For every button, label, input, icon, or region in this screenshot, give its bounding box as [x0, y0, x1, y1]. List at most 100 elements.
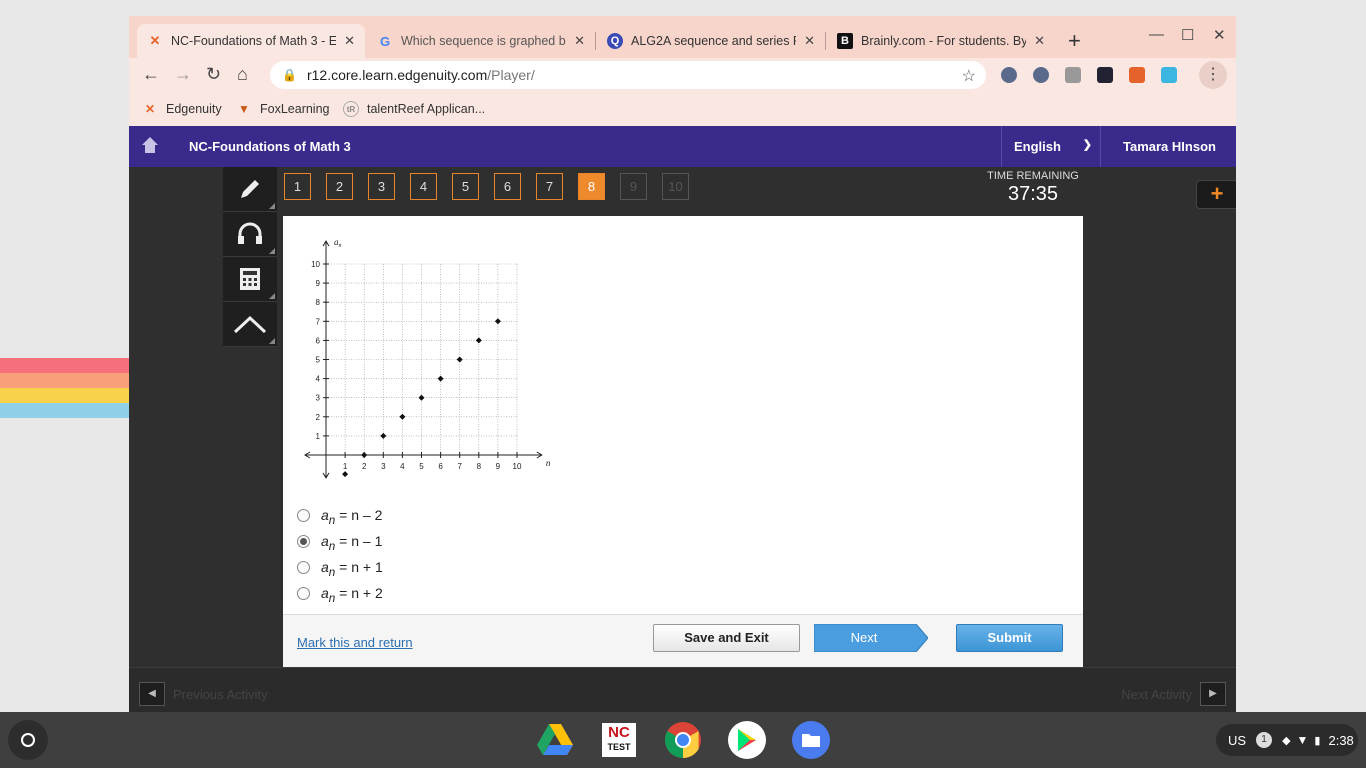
close-window-icon[interactable]: ✕	[1213, 26, 1226, 44]
sequence-graph: 1 2 3 4 5 6 7 8 9 1012345678910nan	[304, 237, 551, 479]
protractor-tool[interactable]	[223, 302, 277, 347]
locale-label: US	[1228, 732, 1247, 748]
calculator-tool[interactable]	[223, 257, 277, 302]
question-number-1[interactable]: 1	[284, 173, 311, 200]
answer-text: an = n – 1	[321, 533, 383, 553]
radio-button[interactable]	[297, 586, 310, 600]
save-and-exit-button[interactable]: Save and Exit	[653, 624, 800, 652]
mark-and-return-link[interactable]: Mark this and return	[297, 635, 413, 650]
tab-divider	[595, 32, 596, 50]
forward-icon[interactable]: →	[174, 64, 192, 85]
nc-test-icon[interactable]: NC TEST	[599, 720, 639, 760]
tab-brainly[interactable]: B Brainly.com - For students. By ✕	[827, 24, 1055, 58]
close-icon[interactable]: ✕	[1034, 33, 1045, 49]
radio-button-selected[interactable]	[297, 534, 310, 548]
next-label: Next	[850, 630, 878, 645]
x-tick-label: 4	[400, 462, 405, 471]
question-number-9: 9	[620, 173, 647, 200]
fox-icon: ▼	[238, 102, 250, 116]
tab-edgenuity[interactable]: ✕ NC-Foundations of Math 3 - Ed ✕	[137, 24, 365, 58]
bookmark-talentreef[interactable]: tR talentReef Applican...	[343, 101, 485, 117]
tab-title: ALG2A sequence and series Fl	[631, 34, 797, 48]
x-tick-label: 5	[419, 462, 424, 471]
question-number-8[interactable]: 8	[578, 173, 605, 200]
chrome-menu-icon[interactable]: ⋮	[1199, 61, 1227, 89]
close-icon[interactable]: ✕	[344, 33, 355, 49]
answer-choice-2[interactable]: an = n – 1	[297, 530, 383, 556]
minimize-icon[interactable]: —	[1149, 26, 1164, 43]
clock: 2:38	[1328, 732, 1354, 748]
play-store-icon[interactable]	[727, 720, 767, 760]
radio-button[interactable]	[297, 508, 310, 522]
data-point	[437, 375, 444, 382]
moon-extension-icon[interactable]	[1097, 67, 1113, 83]
x-tick-label: 1	[343, 462, 348, 471]
answer-choice-1[interactable]: an = n – 2	[297, 504, 383, 530]
question-number-6[interactable]: 6	[494, 173, 521, 200]
tab-google[interactable]: G Which sequence is graphed be ✕	[367, 24, 595, 58]
x-tick-label: 10	[513, 462, 522, 471]
wifi-icon: ▼	[1296, 733, 1309, 747]
megaphone-extension-icon[interactable]	[1129, 67, 1145, 83]
os-shelf: NC TEST US 1 ◆ ▼ ▮ 2:38	[0, 712, 1366, 768]
home-icon[interactable]	[141, 136, 159, 154]
close-icon[interactable]: ✕	[574, 33, 585, 49]
address-bar[interactable]: 🔒 r12.core.learn.edgenuity.com/Player/ ☆	[270, 61, 986, 89]
cloud-extension-icon[interactable]	[1161, 67, 1177, 83]
submit-button[interactable]: Submit	[956, 624, 1063, 652]
nc-test-text: NC	[608, 724, 630, 741]
wallpaper-stripe	[0, 388, 130, 403]
course-title: NC-Foundations of Math 3	[189, 139, 351, 154]
calculator-icon	[240, 268, 260, 290]
status-tray[interactable]: US 1 ◆ ▼ ▮ 2:38	[1216, 724, 1358, 756]
x-tick-label: 8	[477, 462, 482, 471]
maximize-icon[interactable]: ☐	[1181, 26, 1194, 44]
y-axis-label: an	[334, 237, 342, 249]
close-icon[interactable]: ✕	[804, 33, 815, 49]
pencil-icon	[241, 180, 259, 198]
timer-label: TIME REMAINING	[987, 170, 1079, 182]
answer-choice-4[interactable]: an = n + 2	[297, 582, 383, 608]
y-tick-label: 9	[316, 279, 321, 288]
x-tick-label: 3	[381, 462, 386, 471]
next-activity-button[interactable]: Next Activity ▶	[1121, 682, 1226, 706]
launcher-button[interactable]	[8, 720, 48, 760]
previous-activity-button[interactable]: ◀ Previous Activity	[139, 682, 268, 706]
files-icon[interactable]	[791, 720, 831, 760]
question-number-3[interactable]: 3	[368, 173, 395, 200]
tab-title: Brainly.com - For students. By	[861, 34, 1027, 48]
new-tab-button[interactable]: +	[1068, 28, 1081, 54]
copy-extension-icon[interactable]	[1065, 67, 1081, 83]
question-number-7[interactable]: 7	[536, 173, 563, 200]
lock-icon: 🔒	[282, 68, 297, 82]
chevron-down-icon: ❯	[1082, 139, 1092, 151]
answer-choice-3[interactable]: an = n + 1	[297, 556, 383, 582]
y-tick-label: 6	[316, 336, 321, 345]
next-button[interactable]: Next	[814, 624, 928, 652]
bookmark-edgenuity[interactable]: ✕ Edgenuity	[142, 101, 222, 117]
question-number-2[interactable]: 2	[326, 173, 353, 200]
user-name[interactable]: Tamara HInson	[1123, 139, 1216, 154]
bookmark-foxlearning[interactable]: ▼ FoxLearning	[236, 101, 329, 117]
browser-window: ✕ NC-Foundations of Math 3 - Ed ✕ G Whic…	[129, 16, 1236, 712]
chrome-icon[interactable]	[663, 720, 703, 760]
bookmark-star-icon[interactable]: ☆	[962, 66, 976, 86]
radio-button[interactable]	[297, 560, 310, 574]
pencil-tool[interactable]	[223, 167, 277, 212]
question-number-4[interactable]: 4	[410, 173, 437, 200]
shield-extension-icon[interactable]	[1033, 67, 1049, 83]
plus-icon[interactable]: +	[1196, 180, 1236, 209]
question-number-5[interactable]: 5	[452, 173, 479, 200]
google-drive-icon[interactable]	[535, 720, 575, 760]
home-browser-icon[interactable]: ⌂	[237, 64, 248, 85]
reload-icon[interactable]: ↻	[206, 64, 221, 85]
y-tick-label: 5	[316, 356, 321, 365]
shield-extension-icon[interactable]	[1001, 67, 1017, 83]
url-path: /Player/	[487, 67, 535, 83]
tab-quizlet[interactable]: Q ALG2A sequence and series Fl ✕	[597, 24, 825, 58]
x-tick-label: 9	[496, 462, 501, 471]
audio-tool[interactable]	[223, 212, 277, 257]
back-icon[interactable]: ←	[142, 64, 160, 85]
brainly-b-icon: B	[837, 33, 853, 49]
language-select[interactable]: English ❯	[1001, 126, 1101, 167]
